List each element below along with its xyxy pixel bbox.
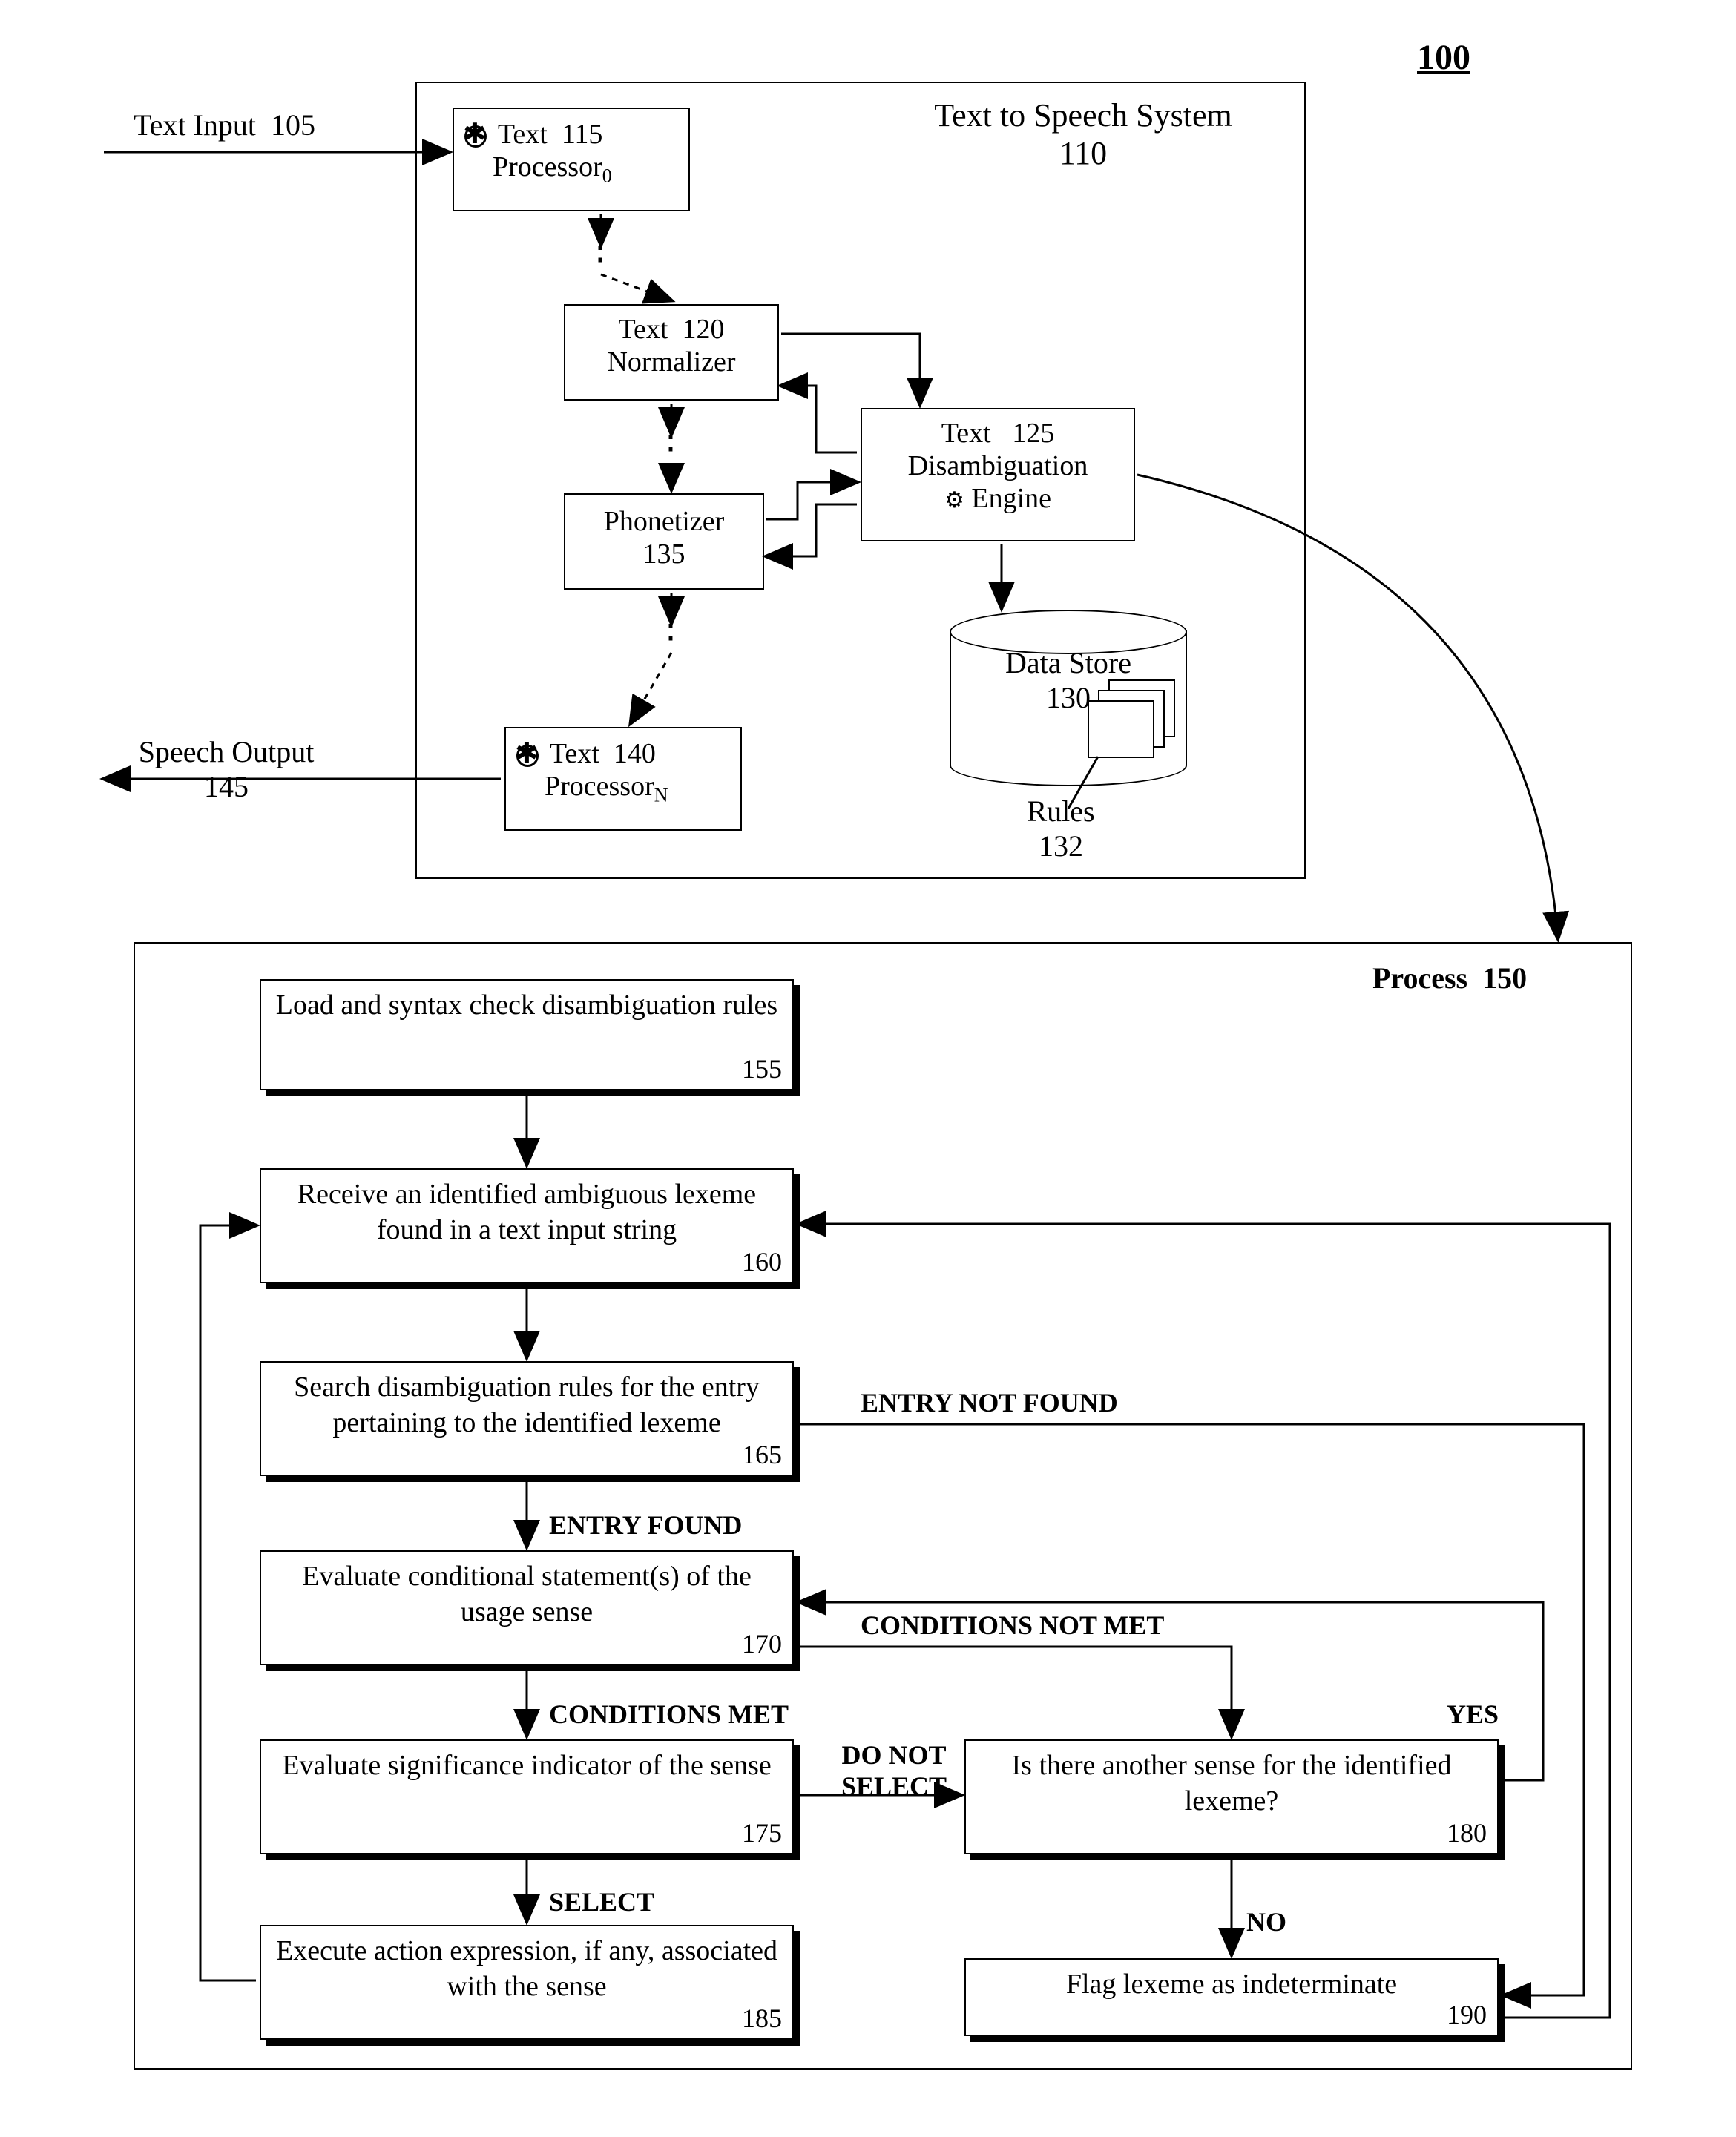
- process-title: Process 150: [1372, 961, 1527, 995]
- step-165: Search disambiguation rules for the entr…: [260, 1361, 794, 1476]
- step-175: Evaluate significance indicator of the s…: [260, 1739, 794, 1854]
- tn-l2: Normalizer: [607, 346, 735, 378]
- s155-text: Load and syntax check disambiguation rul…: [261, 981, 792, 1028]
- label-do-not-select: DO NOT SELECT: [827, 1739, 961, 1802]
- rules-label: Rules 132: [964, 794, 1157, 863]
- step-180: Is there another sense for the identifie…: [964, 1739, 1499, 1854]
- ds-n: 130: [1046, 681, 1091, 714]
- tp0-sub: 0: [602, 165, 612, 187]
- dots-2: ⋮: [653, 415, 690, 457]
- proc-t: Process: [1372, 961, 1467, 995]
- step-170: Evaluate conditional statement(s) of the…: [260, 1550, 794, 1665]
- s180-text: Is there another sense for the identifie…: [966, 1741, 1497, 1823]
- s175-num: 175: [742, 1817, 782, 1848]
- disambig-engine: Text 125 Disambiguation ⚙ Engine: [861, 408, 1135, 541]
- s180-num: 180: [1447, 1817, 1487, 1848]
- text-processor-n: Text 140 ProcessorN: [504, 727, 742, 831]
- de-l1: Text: [941, 418, 991, 449]
- tp0-l2: Processor: [493, 151, 602, 182]
- step-185: Execute action expression, if any, assoc…: [260, 1925, 794, 2040]
- de-l3: Engine: [971, 483, 1051, 514]
- s185-num: 185: [742, 2003, 782, 2034]
- gear-icon-2: [516, 745, 539, 767]
- text-processor-0: Text 115 Processor0: [453, 108, 690, 211]
- speech-output-label: Speech Output 145: [111, 734, 341, 804]
- label-entry-found: ENTRY FOUND: [549, 1509, 742, 1541]
- tpn-l1: Text: [550, 738, 599, 769]
- step-190: Flag lexeme as indeterminate 190: [964, 1958, 1499, 2036]
- ph-num: 135: [643, 539, 685, 570]
- de-num: 125: [1012, 418, 1054, 449]
- s165-text: Search disambiguation rules for the entr…: [261, 1363, 792, 1445]
- rules-card-1: [1088, 700, 1154, 758]
- figure-ref: 100: [1417, 37, 1470, 78]
- tpn-sub: N: [654, 785, 668, 806]
- label-cond-met: CONDITIONS MET: [549, 1699, 789, 1730]
- proc-n: 150: [1482, 961, 1527, 995]
- label-select: SELECT: [549, 1886, 654, 1917]
- diagram-canvas: 100 Text to Speech System 110 Text Input…: [30, 30, 1706, 2107]
- speech-output-text: Speech Output: [139, 735, 315, 768]
- dots-1: ⋮: [582, 226, 619, 268]
- tpn-l2: Processor: [545, 771, 654, 802]
- text-normalizer: Text 120 Normalizer: [564, 304, 779, 401]
- dots-3: ⋮: [653, 605, 690, 646]
- tn-num: 120: [682, 314, 724, 345]
- s185-text: Execute action expression, if any, assoc…: [261, 1926, 792, 2009]
- speech-output-num: 145: [204, 770, 249, 803]
- s160-num: 160: [742, 1246, 782, 1277]
- text-input-num: 105: [271, 108, 315, 142]
- s190-text: Flag lexeme as indeterminate: [966, 1960, 1497, 2007]
- tts-num: 110: [1059, 135, 1107, 171]
- s155-num: 155: [742, 1053, 782, 1084]
- s170-text: Evaluate conditional statement(s) of the…: [261, 1552, 792, 1634]
- tn-l1: Text: [619, 314, 668, 345]
- ph-l1: Phonetizer: [604, 506, 725, 537]
- rules-n: 132: [1039, 829, 1083, 863]
- gear-icon: [464, 125, 487, 148]
- de-l2: Disambiguation: [908, 450, 1088, 481]
- s165-num: 165: [742, 1439, 782, 1470]
- tp0-l1: Text: [498, 119, 548, 150]
- label-cond-not-met: CONDITIONS NOT MET: [861, 1610, 1164, 1641]
- label-yes: YES: [1447, 1699, 1499, 1730]
- rules-l: Rules: [1027, 794, 1094, 828]
- step-160: Receive an identified ambiguous lexeme f…: [260, 1168, 794, 1283]
- tpn-num: 140: [614, 738, 656, 769]
- tp0-num: 115: [562, 119, 603, 150]
- phonetizer: Phonetizer 135: [564, 493, 764, 590]
- tts-title: Text to Speech System 110: [898, 96, 1269, 172]
- s160-text: Receive an identified ambiguous lexeme f…: [261, 1170, 792, 1252]
- label-no: NO: [1246, 1906, 1286, 1937]
- process-box: [134, 942, 1632, 2070]
- s170-num: 170: [742, 1628, 782, 1659]
- text-input-label: Text Input 105: [134, 108, 315, 142]
- s175-text: Evaluate significance indicator of the s…: [261, 1741, 792, 1788]
- tts-label: Text to Speech System: [934, 97, 1232, 134]
- ds-l: Data Store: [1005, 646, 1131, 679]
- text-input-text: Text Input: [134, 108, 256, 142]
- step-155: Load and syntax check disambiguation rul…: [260, 979, 794, 1090]
- label-entry-not-found: ENTRY NOT FOUND: [861, 1387, 1118, 1418]
- s190-num: 190: [1447, 1999, 1487, 2030]
